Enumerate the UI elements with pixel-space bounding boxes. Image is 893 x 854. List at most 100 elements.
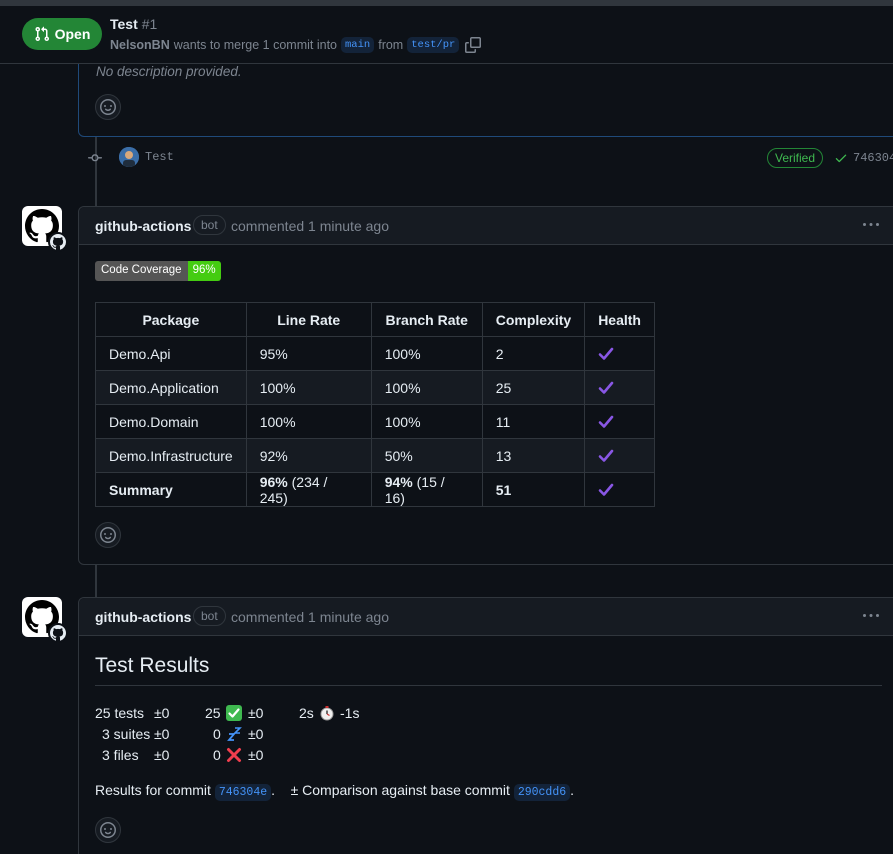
description-text: No description provided. [96,64,242,79]
test-results-heading: Test Results [95,654,210,677]
table-row: Demo.Infrastructure 92% 50% 13 [95,438,655,473]
commit-link[interactable]: 746304e [214,784,272,801]
table-row: Demo.Domain 100% 100% 11 [95,404,655,439]
health-cell [584,370,655,405]
footer-period: . [271,782,276,798]
heavy-check-icon [598,483,614,496]
base-commit-link[interactable]: 290cdd6 [513,784,571,801]
skipped-delta: ±0 [248,726,264,742]
table-cell: 13 [481,438,586,473]
comment-timestamp[interactable]: commented 1 minute ago [231,218,389,234]
code-coverage-badge: Code Coverage 96% [95,261,221,281]
passed-icon-wrap [226,703,242,724]
summary-label: Summary [95,472,247,507]
table-cell: 100% [370,404,483,439]
table-cell: Demo.Application [95,370,247,405]
github-actions-avatar[interactable] [22,206,68,252]
table-row: Demo.Application 100% 100% 25 [95,370,655,405]
kebab-menu-icon[interactable] [861,608,881,624]
table-cell: Demo.Api [95,336,247,371]
zzz-icon [227,727,242,741]
app-badge [48,232,68,252]
git-commit-icon [88,154,102,162]
commit-sha-link[interactable]: 746304 [853,151,893,165]
results-prefix: Results for commit [95,782,211,798]
summary-complexity: 51 [481,472,586,507]
github-actions-avatar[interactable] [22,597,68,643]
summary-line-rate: 96% (234 / 245) [245,472,372,507]
base-branch[interactable]: main [341,37,375,53]
head-branch[interactable]: test/pr [407,37,460,53]
pr-meta: NelsonBN wants to merge 1 commit into ma… [110,37,482,53]
comment-timestamp[interactable]: commented 1 minute ago [231,609,389,625]
verified-badge[interactable]: Verified [767,148,824,168]
table-cell: 25 [481,370,586,405]
failed-delta: ±0 [248,747,264,763]
coverage-comment: github-actions bot commented 1 minute ag… [78,206,893,565]
timeline-line [95,565,97,598]
failed-icon-wrap [226,745,242,766]
comment-header: github-actions bot commented 1 minute ag… [79,207,893,245]
smiley-icon [100,99,116,115]
health-cell [584,404,655,439]
heavy-check-icon [598,347,614,360]
table-cell: 100% [370,336,483,371]
coverage-badge-label: Code Coverage [95,261,188,281]
check-mark-icon [226,705,242,721]
pr-title-text: Test [110,16,138,32]
add-reaction-button[interactable] [95,817,121,843]
coverage-badge-value: 96% [187,261,221,281]
footer-end: . [570,782,575,798]
table-header: Branch Rate [370,302,483,337]
suites-count: 3 suites [102,726,151,742]
pr-status-badge: Open [22,18,102,50]
files-delta: ±0 [154,747,170,763]
heavy-check-icon [598,449,614,462]
commit-message-link[interactable]: Test [145,150,174,164]
stopwatch-wrap [319,703,335,724]
table-cell: 100% [370,370,483,405]
add-reaction-button[interactable] [95,94,121,120]
copy-icon[interactable] [465,37,482,53]
passed-count: 25 [205,705,221,721]
failed-count: 0 [213,747,221,763]
from-text: from [378,38,404,52]
duration: 2s [299,705,314,721]
table-cell: 100% [245,404,372,439]
pr-author-link[interactable]: NelsonBN [110,38,170,52]
table-header: Health [584,302,655,337]
user-avatar-icon [119,147,139,167]
github-mark-small-icon [50,625,66,641]
pr-status-label: Open [54,26,91,42]
tests-count: 25 tests [95,705,145,721]
summary-line-rate-value: 96% [259,473,288,490]
table-header-row: Package Line Rate Branch Rate Complexity… [95,302,655,337]
comment-author-link[interactable]: github-actions [95,218,191,234]
table-cell: 11 [481,404,586,439]
health-cell [584,472,655,507]
comment-author-link[interactable]: github-actions [95,609,191,625]
results-footer: Results for commit 746304e. ± Comparison… [95,782,575,801]
pr-number: #1 [141,16,158,32]
kebab-menu-icon[interactable] [861,217,881,233]
heading-divider [95,685,882,686]
health-cell [584,438,655,473]
heavy-check-icon [598,381,614,394]
summary-branch-rate: 94% (15 / 16) [370,472,483,507]
check-icon [835,154,847,163]
table-row: Demo.Api 95% 100% 2 [95,336,655,371]
commit-row: Test Verified 746304 [85,145,893,171]
app-badge [48,623,68,643]
stopwatch-icon [320,706,334,721]
table-cell: 95% [245,336,372,371]
commit-author-avatar[interactable] [119,147,139,167]
table-cell: 92% [245,438,372,473]
suites-delta: ±0 [154,726,170,742]
pr-description: No description provided. [78,64,893,137]
add-reaction-button[interactable] [95,522,121,548]
git-pull-request-icon [35,26,49,42]
bot-badge: bot [193,606,226,626]
bot-badge: bot [193,215,226,235]
smiley-icon [100,822,116,838]
table-cell: 100% [245,370,372,405]
